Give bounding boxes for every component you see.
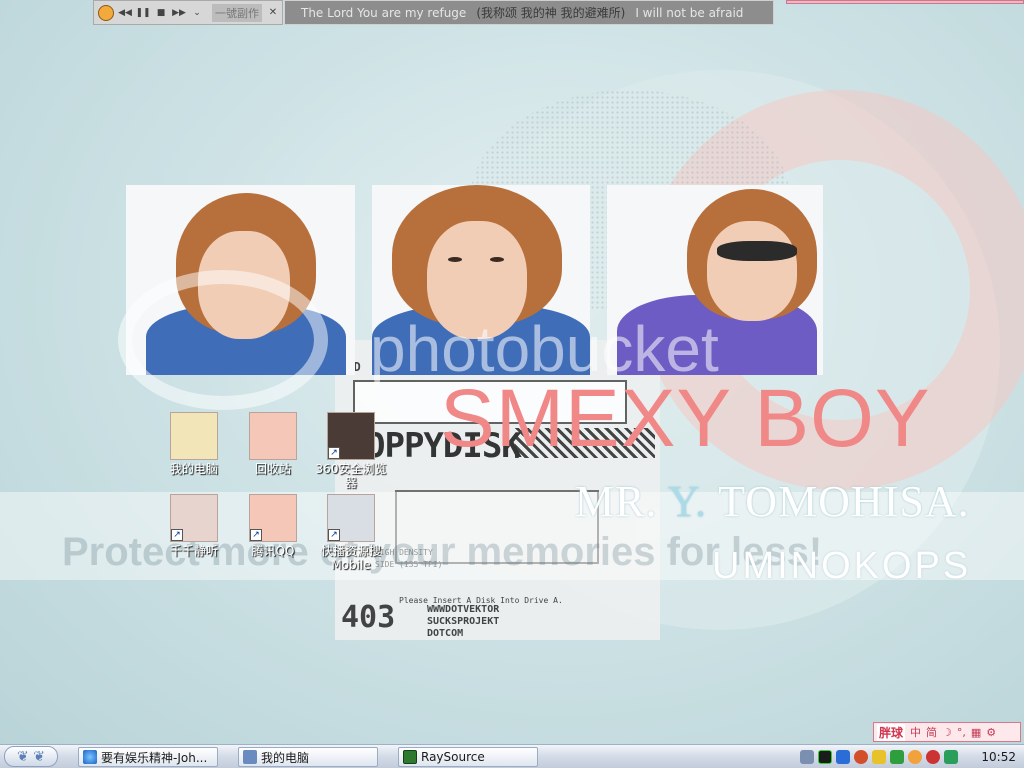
media-player-bar: ◀◀ ❚❚ ■ ▶▶ ⌄ 一號副作 ✕ xyxy=(93,0,283,25)
taskbar-item-label: 我的电脑 xyxy=(261,750,310,765)
shield-icon[interactable] xyxy=(890,749,904,764)
raysource-icon xyxy=(403,750,417,764)
media-icon[interactable] xyxy=(926,749,940,764)
desktop-icon-label: 我的电脑 xyxy=(169,462,218,476)
desktop-icon-qvod-mobile[interactable]: ↗ 快播资源搜Mobile xyxy=(313,494,389,572)
desktop-icon-label: 360安全浏览器 xyxy=(315,462,387,490)
taskbar: ❦ ❦ 要有娱乐精神-Joh... 我的电脑 RaySource 10:52 xyxy=(0,744,1024,768)
floppy-brand-3: DOTCOM xyxy=(427,628,464,639)
photo-3-face xyxy=(707,221,797,321)
computer-icon xyxy=(243,750,257,764)
shortcut-arrow-icon: ↗ xyxy=(328,529,340,541)
punctuation-icon[interactable]: °, xyxy=(957,726,966,739)
photo-3-sunglasses xyxy=(717,241,797,261)
moon-icon[interactable]: ☽ xyxy=(942,726,952,739)
warning-icon[interactable] xyxy=(872,749,886,764)
tray-arrow-icon[interactable] xyxy=(800,749,814,764)
desktop: 2HD OPPYDISK HIGH DENSITY SIDE (135 TPI)… xyxy=(0,0,1024,744)
pause-icon[interactable]: ❚❚ xyxy=(135,6,150,20)
taskbar-item-label: RaySource xyxy=(421,750,485,764)
shortcut-arrow-icon: ↗ xyxy=(171,529,183,541)
shortcut-arrow-icon: ↗ xyxy=(250,529,262,541)
desktop-icon-qq[interactable]: ↗ 腾讯QQ xyxy=(235,494,311,558)
ime-chinese-mode[interactable]: 中 xyxy=(910,724,921,740)
desktop-icon-label: 千千静听 xyxy=(169,544,218,558)
ime-logo[interactable]: 胖球 xyxy=(877,723,906,741)
wallpaper-title: SMEXY BOY xyxy=(440,373,931,464)
network-icon[interactable] xyxy=(836,749,850,764)
lyric-right: I will not be afraid xyxy=(635,5,744,20)
photo-2-eye-left xyxy=(448,257,462,262)
shortcut-arrow-icon: ↗ xyxy=(328,447,340,459)
desktop-icon-recycle-bin[interactable]: 回收站 xyxy=(235,412,311,476)
watermark-ring xyxy=(118,270,328,410)
ime-language-bar: 胖球 中 简 ☽ °, ▦ ⚙ xyxy=(873,722,1021,742)
lyric-chinese: (我称颂 我的神 我的避难所) xyxy=(476,6,626,20)
start-button[interactable]: ❦ ❦ xyxy=(4,746,58,767)
umbrella-icon[interactable] xyxy=(944,749,958,764)
desktop-icon-label: 腾讯QQ xyxy=(251,544,295,558)
player-smiley-icon[interactable] xyxy=(98,4,114,21)
song-name: 一號副作 xyxy=(212,3,262,22)
subtitle-part-3: TOMOHISA. xyxy=(718,477,970,526)
desktop-icon-360-browser[interactable]: ↗ 360安全浏览器 xyxy=(313,412,389,490)
ttplayer-icon: ↗ xyxy=(170,494,218,542)
close-icon[interactable]: ✕ xyxy=(266,6,280,20)
subtitle-part-1: MR. xyxy=(575,477,668,526)
next-icon[interactable]: ▶▶ xyxy=(172,6,186,20)
wallpaper-subtitle: MR. Y. TOMOHISA. xyxy=(575,476,970,527)
clock[interactable]: 10:52 xyxy=(981,750,1016,764)
wallpaper-credit: UMINOKOPS xyxy=(712,545,972,587)
system-tray: 10:52 xyxy=(800,746,1022,767)
taskbar-item-my-computer[interactable]: 我的电脑 xyxy=(238,747,378,767)
ime-simplified[interactable]: 简 xyxy=(926,724,937,740)
qq-icon: ↗ xyxy=(249,494,297,542)
desktop-icon-my-computer[interactable]: 我的电脑 xyxy=(156,412,232,476)
player-icon[interactable] xyxy=(908,749,922,764)
floppy-brand-2: SUCKSPROJEKT xyxy=(427,616,500,627)
nvidia-icon[interactable] xyxy=(818,749,832,764)
wing-logo-icon: ❦ ❦ xyxy=(17,748,45,765)
photo-2-eye-right xyxy=(490,257,504,262)
desktop-icon-label: 快播资源搜Mobile xyxy=(320,544,381,572)
floppy-403: 403 xyxy=(341,600,396,635)
ie-icon xyxy=(83,750,97,764)
my-computer-icon xyxy=(170,412,218,460)
top-right-bar xyxy=(786,0,1024,4)
taskbar-item-label: 要有娱乐精神-Joh... xyxy=(101,750,208,765)
subtitle-part-2: Y. xyxy=(667,477,719,526)
previous-icon[interactable]: ◀◀ xyxy=(118,6,132,20)
qvod-mobile-icon: ↗ xyxy=(327,494,375,542)
recycle-bin-icon xyxy=(249,412,297,460)
qq-penguin-icon[interactable] xyxy=(854,749,868,764)
browser-360-icon: ↗ xyxy=(327,412,375,460)
desktop-icon-ttplayer[interactable]: ↗ 千千静听 xyxy=(156,494,232,558)
stop-icon[interactable]: ■ xyxy=(154,6,168,20)
floppy-brand-1: WWWDOTVEKTOR xyxy=(427,604,500,615)
taskbar-item-raysource[interactable]: RaySource xyxy=(398,747,538,767)
lyric-left: The Lord You are my refuge xyxy=(301,5,467,20)
keyboard-icon[interactable]: ▦ xyxy=(971,726,981,739)
gear-icon[interactable]: ⚙ xyxy=(986,726,996,739)
desktop-icon-label: 回收站 xyxy=(254,462,291,476)
taskbar-item-browser[interactable]: 要有娱乐精神-Joh... xyxy=(78,747,218,767)
lyric-bar: The Lord You are my refuge (我称颂 我的神 我的避难… xyxy=(284,0,774,25)
chevron-down-icon[interactable]: ⌄ xyxy=(190,6,204,20)
